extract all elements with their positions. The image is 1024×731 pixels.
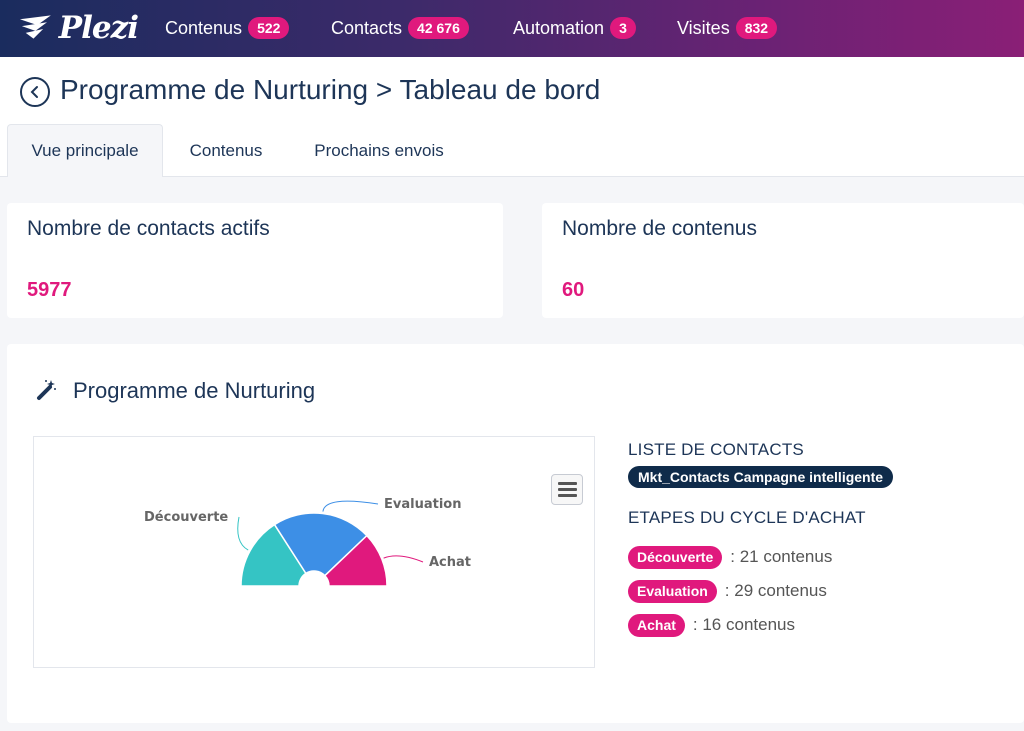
stages-chart: Découverte Evaluation Achat	[33, 436, 595, 668]
stat-value: 5977	[27, 279, 72, 301]
stage-count: : 21 contenus	[730, 547, 833, 566]
tab-prochains-envois[interactable]: Prochains envois	[296, 124, 462, 177]
nav-badge: 522	[248, 17, 290, 39]
logo-text: Plezi	[58, 10, 139, 46]
nav-label: Visites	[677, 17, 730, 38]
plane-icon	[19, 15, 51, 39]
nav-item-contenus[interactable]: Contenus 522	[165, 17, 290, 39]
plezi-logo[interactable]: Plezi	[18, 8, 139, 48]
chart-connector-2	[383, 555, 424, 563]
magic-wand-icon	[37, 380, 56, 400]
semi-donut-chart: Découverte Evaluation Achat	[144, 497, 471, 587]
chart-connector-0	[237, 516, 249, 551]
stage-badge: Achat	[628, 613, 685, 637]
nav-label: Automation	[513, 17, 605, 38]
nurturing-program-panel: Programme de Nurturing Découverte Evaluat…	[7, 344, 1024, 723]
active-contacts-card: Nombre de contacts actifs 5977	[7, 203, 503, 318]
tab-vue-principale[interactable]: Vue principale	[7, 124, 163, 177]
nav-item-visites[interactable]: Visites 832	[677, 17, 778, 39]
page-header: Programme de Nurturing > Tableau de bord…	[0, 57, 1024, 177]
nav-badge: 42 676	[408, 17, 469, 39]
chart-data-label-1: Evaluation	[384, 497, 461, 512]
menu-bar	[557, 488, 577, 491]
page-title: Programme de Nurturing > Tableau de bord	[60, 74, 601, 105]
tab-label: Contenus	[189, 140, 263, 160]
menu-bar	[557, 482, 577, 485]
tab-label: Vue principale	[31, 141, 139, 160]
chart-data-label-2: Achat	[429, 555, 471, 570]
stat-value: 60	[562, 279, 585, 301]
stage-row-evaluation: Evaluation : 29 contenus	[628, 578, 827, 604]
chevron-left-icon	[30, 86, 38, 98]
chart-connector-1	[322, 500, 379, 512]
tab-contenus[interactable]: Contenus	[172, 124, 280, 177]
heading-text: ETAPES DU CYCLE D'ACHAT	[628, 508, 866, 527]
chart-data-label-0: Découverte	[144, 510, 228, 525]
heading-text: LISTE DE CONTACTS	[628, 440, 804, 459]
nav-item-contacts[interactable]: Contacts 42 676	[331, 17, 469, 39]
top-navbar: Plezi Contenus 522 Contacts 42 676 Autom…	[0, 0, 1024, 57]
menu-bar	[557, 494, 577, 497]
stage-badge: Découverte	[628, 545, 723, 569]
tab-label: Prochains envois	[314, 140, 444, 160]
stage-badge: Evaluation	[628, 579, 717, 603]
nav-item-automation[interactable]: Automation 3	[513, 17, 636, 39]
contact-list-heading: LISTE DE CONTACTS	[628, 440, 804, 460]
stat-label: Nombre de contenus	[562, 217, 757, 240]
contents-count-card: Nombre de contenus 60	[542, 203, 1024, 318]
stages-heading: ETAPES DU CYCLE D'ACHAT	[628, 508, 866, 528]
contact-list-name: Mkt_Contacts Campagne intelligente	[628, 466, 894, 488]
nav-label: Contacts	[331, 17, 403, 38]
stage-count: : 29 contenus	[724, 581, 827, 600]
chart-menu-button[interactable]	[551, 474, 583, 505]
back-button[interactable]	[20, 77, 50, 107]
stat-label: Nombre de contacts actifs	[27, 217, 270, 240]
contact-list-pill[interactable]: Mkt_Contacts Campagne intelligente	[628, 466, 894, 488]
nav-badge: 3	[610, 17, 636, 39]
nav-badge: 832	[735, 17, 778, 39]
stage-row-decouverte: Découverte : 21 contenus	[628, 544, 832, 570]
section-title: Programme de Nurturing	[73, 378, 316, 403]
nav-label: Contenus	[165, 17, 243, 38]
stage-count: : 16 contenus	[692, 615, 795, 634]
stage-row-achat: Achat : 16 contenus	[628, 612, 795, 638]
